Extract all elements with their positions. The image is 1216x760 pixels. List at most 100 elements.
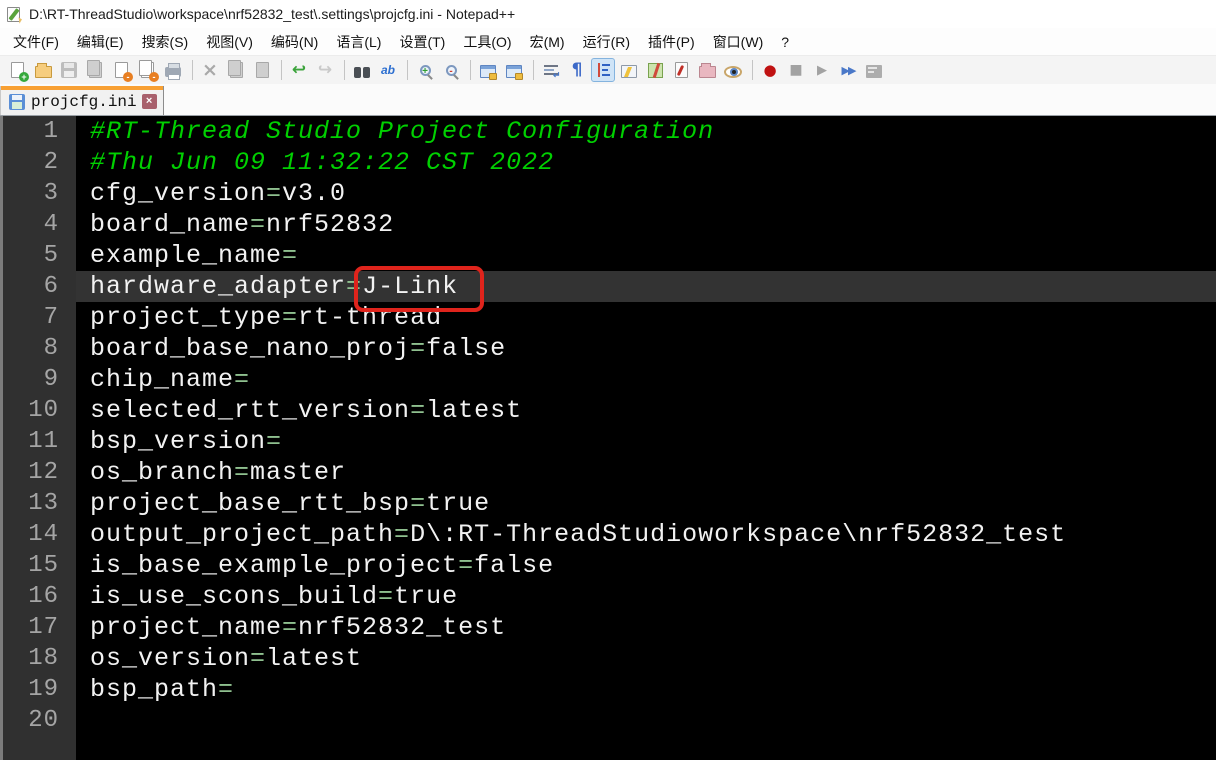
editor-lines[interactable]: 1#RT-Thread Studio Project Configuration…: [0, 116, 1216, 760]
save-icon[interactable]: [57, 58, 81, 82]
code-text[interactable]: os_version=latest: [76, 643, 1216, 674]
code-text[interactable]: project_base_rtt_bsp=true: [76, 488, 1216, 519]
line-number[interactable]: 18: [0, 643, 76, 674]
code-text[interactable]: example_name=: [76, 240, 1216, 271]
editor-row[interactable]: 8board_base_nano_proj=false: [0, 333, 1216, 364]
sync-vertical-scroll-icon[interactable]: [476, 58, 500, 82]
line-number[interactable]: 9: [0, 364, 76, 395]
editor-row[interactable]: 17project_name=nrf52832_test: [0, 612, 1216, 643]
code-text[interactable]: [76, 705, 1216, 736]
open-file-icon[interactable]: [31, 58, 55, 82]
editor-row[interactable]: 5example_name=: [0, 240, 1216, 271]
code-text[interactable]: #RT-Thread Studio Project Configuration: [76, 116, 1216, 147]
cut-icon[interactable]: ×: [198, 58, 222, 82]
print-icon[interactable]: [161, 58, 185, 82]
menu-item[interactable]: 工具(O): [454, 28, 520, 56]
code-text[interactable]: os_branch=master: [76, 457, 1216, 488]
menu-item[interactable]: ?: [772, 30, 798, 54]
code-text[interactable]: cfg_version=v3.0: [76, 178, 1216, 209]
editor-row[interactable]: 14output_project_path=D\:RT-ThreadStudio…: [0, 519, 1216, 550]
macro-record-icon[interactable]: ●: [758, 58, 782, 82]
editor-row[interactable]: 1#RT-Thread Studio Project Configuration: [0, 116, 1216, 147]
macro-save-icon[interactable]: [862, 58, 886, 82]
code-text[interactable]: output_project_path=D\:RT-ThreadStudiowo…: [76, 519, 1216, 550]
menu-item[interactable]: 视图(V): [197, 28, 262, 56]
line-number[interactable]: 1: [0, 116, 76, 147]
editor-row[interactable]: 12os_branch=master: [0, 457, 1216, 488]
line-number[interactable]: 10: [0, 395, 76, 426]
document-monitor-icon[interactable]: [721, 58, 745, 82]
menu-item[interactable]: 设置(T): [390, 28, 454, 56]
paste-icon[interactable]: [250, 58, 274, 82]
sync-horizontal-scroll-icon[interactable]: [502, 58, 526, 82]
menu-item[interactable]: 宏(M): [521, 28, 574, 56]
editor-row[interactable]: 7project_type=rt-thread: [0, 302, 1216, 333]
indent-guide-icon[interactable]: [591, 58, 615, 82]
tab-projcfg-ini[interactable]: projcfg.ini ×: [0, 86, 164, 115]
close-all-icon[interactable]: -: [135, 58, 159, 82]
line-number[interactable]: 6: [0, 271, 76, 302]
macro-run-multiple-icon[interactable]: ▶▶: [836, 58, 860, 82]
macro-play-icon[interactable]: ▶: [810, 58, 834, 82]
function-list-icon[interactable]: [617, 58, 641, 82]
line-number[interactable]: 8: [0, 333, 76, 364]
editor-row[interactable]: 9chip_name=: [0, 364, 1216, 395]
editor-row[interactable]: 11bsp_version=: [0, 426, 1216, 457]
code-text[interactable]: is_use_scons_build=true: [76, 581, 1216, 612]
editor-row[interactable]: 19bsp_path=: [0, 674, 1216, 705]
document-switcher-icon[interactable]: [669, 58, 693, 82]
editor-row[interactable]: 6hardware_adapter=J-Link: [0, 271, 1216, 302]
code-text[interactable]: project_name=nrf52832_test: [76, 612, 1216, 643]
line-number[interactable]: 19: [0, 674, 76, 705]
code-text[interactable]: is_base_example_project=false: [76, 550, 1216, 581]
editor-row[interactable]: 2#Thu Jun 09 11:32:22 CST 2022: [0, 147, 1216, 178]
line-number[interactable]: 14: [0, 519, 76, 550]
show-all-characters-icon[interactable]: ¶: [565, 58, 589, 82]
editor-row[interactable]: 18os_version=latest: [0, 643, 1216, 674]
line-number[interactable]: 4: [0, 209, 76, 240]
tab-close-icon[interactable]: ×: [142, 94, 157, 109]
macro-stop-icon[interactable]: ■: [784, 58, 808, 82]
code-text[interactable]: hardware_adapter=J-Link: [76, 271, 1216, 302]
editor-row[interactable]: 3cfg_version=v3.0: [0, 178, 1216, 209]
editor-row[interactable]: 16is_use_scons_build=true: [0, 581, 1216, 612]
line-number[interactable]: 15: [0, 550, 76, 581]
find-icon[interactable]: [350, 58, 374, 82]
editor-row[interactable]: 4board_name=nrf52832: [0, 209, 1216, 240]
close-icon[interactable]: -: [109, 58, 133, 82]
code-text[interactable]: selected_rtt_version=latest: [76, 395, 1216, 426]
line-number[interactable]: 12: [0, 457, 76, 488]
zoom-in-icon[interactable]: +: [413, 58, 437, 82]
menu-item[interactable]: 插件(P): [639, 28, 704, 56]
code-text[interactable]: bsp_path=: [76, 674, 1216, 705]
zoom-out-icon[interactable]: -: [439, 58, 463, 82]
code-text[interactable]: chip_name=: [76, 364, 1216, 395]
code-text[interactable]: board_name=nrf52832: [76, 209, 1216, 240]
replace-icon[interactable]: ab: [376, 58, 400, 82]
editor-row[interactable]: 15is_base_example_project=false: [0, 550, 1216, 581]
menu-item[interactable]: 搜索(S): [133, 28, 198, 56]
line-number[interactable]: 11: [0, 426, 76, 457]
redo-icon[interactable]: ↪: [313, 58, 337, 82]
menu-item[interactable]: 语言(L): [327, 28, 390, 56]
line-number[interactable]: 17: [0, 612, 76, 643]
line-number[interactable]: 5: [0, 240, 76, 271]
menu-item[interactable]: 编码(N): [262, 28, 327, 56]
line-number[interactable]: 16: [0, 581, 76, 612]
folder-as-workspace-icon[interactable]: [695, 58, 719, 82]
undo-icon[interactable]: ↩: [287, 58, 311, 82]
save-all-icon[interactable]: [83, 58, 107, 82]
menu-item[interactable]: 文件(F): [4, 28, 68, 56]
editor-row[interactable]: 10selected_rtt_version=latest: [0, 395, 1216, 426]
document-map-icon[interactable]: [643, 58, 667, 82]
line-number[interactable]: 13: [0, 488, 76, 519]
editor-row[interactable]: 13project_base_rtt_bsp=true: [0, 488, 1216, 519]
line-number[interactable]: 20: [0, 705, 76, 736]
menu-item[interactable]: 运行(R): [574, 28, 639, 56]
code-text[interactable]: project_type=rt-thread: [76, 302, 1216, 333]
code-text[interactable]: #Thu Jun 09 11:32:22 CST 2022: [76, 147, 1216, 178]
code-text[interactable]: board_base_nano_proj=false: [76, 333, 1216, 364]
copy-icon[interactable]: [224, 58, 248, 82]
line-number[interactable]: 2: [0, 147, 76, 178]
menu-item[interactable]: 窗口(W): [704, 28, 773, 56]
